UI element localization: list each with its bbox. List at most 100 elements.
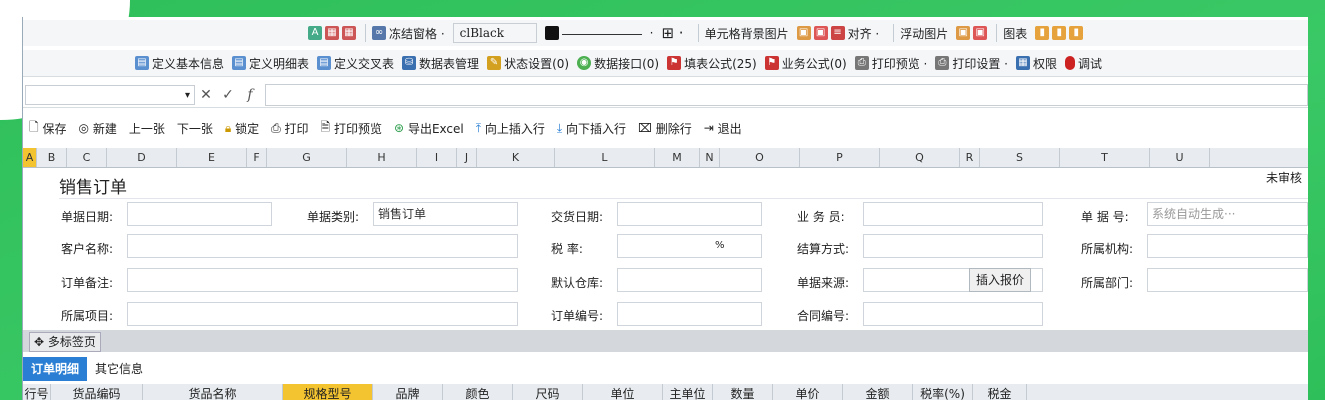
column-header-b[interactable]: B: [37, 148, 67, 167]
export-excel-button[interactable]: ⊛ 导出Excel: [394, 120, 464, 137]
multi-tab-page[interactable]: ✥ 多标签页: [29, 332, 101, 352]
detail-header-2[interactable]: 货品名称: [143, 384, 283, 400]
image-remove-icon[interactable]: ▣: [813, 26, 828, 40]
exit-button[interactable]: ⇥ 退出: [704, 120, 742, 137]
print-settings-menu[interactable]: ⎙ 打印设置 ·: [935, 55, 1008, 72]
contract-no-field[interactable]: [863, 302, 1043, 326]
print-preview-button[interactable]: 🗎 打印预览: [321, 118, 383, 139]
project-field[interactable]: [127, 302, 518, 326]
detail-header-12[interactable]: 税率(%): [913, 384, 973, 400]
lock-button[interactable]: 🔒︎ 锁定: [225, 120, 259, 137]
merge-icon[interactable]: ▦: [325, 26, 339, 40]
float-image-remove-icon[interactable]: ▣: [973, 26, 988, 40]
align-icon[interactable]: ≡: [830, 26, 845, 40]
bar-chart-icon-2[interactable]: ▮: [1052, 26, 1067, 40]
float-image-button[interactable]: 浮动图片: [900, 25, 948, 42]
bar-chart-icon[interactable]: ▮: [1035, 26, 1050, 40]
cell-bg-image-button[interactable]: 单元格背景图片: [705, 25, 789, 42]
define-basic-info[interactable]: ▤ 定义基本信息: [135, 55, 224, 72]
detail-header-6[interactable]: 尺码: [513, 384, 583, 400]
column-header-r[interactable]: R: [960, 148, 980, 167]
column-header-u[interactable]: U: [1150, 148, 1210, 167]
cancel-icon[interactable]: ✕: [195, 87, 217, 103]
order-no-field[interactable]: [617, 302, 762, 326]
debug[interactable]: 调试: [1065, 55, 1102, 72]
detail-header-13[interactable]: 税金: [973, 384, 1027, 400]
bar-chart-icon-3[interactable]: ▮: [1069, 26, 1084, 40]
fill-formula[interactable]: ⚑ 填表公式(25): [667, 55, 757, 72]
column-header-d[interactable]: D: [107, 148, 177, 167]
doc-date-field[interactable]: [127, 202, 272, 226]
format-icon[interactable]: A: [308, 26, 322, 40]
column-header-i[interactable]: I: [417, 148, 457, 167]
name-box[interactable]: ▾: [25, 85, 195, 105]
image-add-icon[interactable]: ▣: [796, 26, 811, 40]
delete-row-button[interactable]: ⌧ 删除行: [638, 120, 692, 137]
column-header-k[interactable]: K: [477, 148, 555, 167]
column-header-p[interactable]: P: [800, 148, 880, 167]
column-header-c[interactable]: C: [67, 148, 107, 167]
detail-header-9[interactable]: 数量: [713, 384, 773, 400]
prev-button[interactable]: 上一张: [129, 120, 165, 137]
column-header-f[interactable]: F: [247, 148, 267, 167]
detail-header-8[interactable]: 主单位: [663, 384, 713, 400]
insert-quote-button[interactable]: 插入报价: [969, 268, 1032, 292]
insert-row-below-button[interactable]: ⤓ 向下插入行: [557, 120, 626, 137]
dept-field[interactable]: [1147, 268, 1308, 292]
detail-header-3[interactable]: 规格型号: [283, 384, 373, 400]
warehouse-field[interactable]: [617, 268, 762, 292]
insert-row-above-button[interactable]: ⤒ 向上插入行: [476, 120, 545, 137]
detail-header-7[interactable]: 单位: [583, 384, 663, 400]
status-settings[interactable]: ✎ 状态设置(0): [487, 55, 569, 72]
print-button[interactable]: ⎙ 打印: [271, 120, 308, 137]
column-header-o[interactable]: O: [720, 148, 800, 167]
column-header-g[interactable]: G: [267, 148, 347, 167]
tab-order-detail[interactable]: 订单明细: [23, 357, 88, 381]
line-dropdown-icon[interactable]: ·: [650, 26, 654, 40]
delivery-date-field[interactable]: [617, 202, 762, 226]
confirm-icon[interactable]: ✓: [217, 87, 239, 103]
detail-header-10[interactable]: 单价: [773, 384, 843, 400]
chart-button[interactable]: 图表: [1003, 25, 1027, 42]
column-header-e[interactable]: E: [177, 148, 247, 167]
tab-other-info[interactable]: 其它信息: [87, 357, 151, 381]
formula-input[interactable]: [265, 84, 1308, 106]
detail-header-4[interactable]: 品牌: [373, 384, 443, 400]
next-button[interactable]: 下一张: [177, 120, 213, 137]
border-grid-icon[interactable]: ⊞ ·: [661, 24, 683, 42]
business-formula[interactable]: ⚑ 业务公式(0): [764, 55, 847, 72]
float-image-add-icon[interactable]: ▣: [956, 26, 971, 40]
doc-no-field[interactable]: 系统自动生成···: [1147, 202, 1308, 226]
permissions[interactable]: ▦ 权限: [1015, 55, 1057, 72]
function-icon[interactable]: f: [239, 87, 261, 103]
column-header-t[interactable]: T: [1060, 148, 1150, 167]
save-button[interactable]: 🗋 保存: [29, 118, 67, 139]
detail-header-0[interactable]: 行号: [23, 384, 51, 400]
detail-header-5[interactable]: 颜色: [443, 384, 513, 400]
column-header-q[interactable]: Q: [880, 148, 960, 167]
column-header-s[interactable]: S: [980, 148, 1060, 167]
column-header-m[interactable]: M: [655, 148, 700, 167]
color-select[interactable]: clBlack: [452, 23, 537, 43]
tax-rate-field[interactable]: [617, 234, 762, 258]
link-icon[interactable]: ∞: [372, 26, 386, 40]
column-header-a[interactable]: A: [23, 148, 37, 167]
customer-field[interactable]: [127, 234, 518, 258]
align-menu[interactable]: 对齐 ·: [848, 25, 880, 42]
column-header-n[interactable]: N: [700, 148, 720, 167]
column-header-j[interactable]: J: [457, 148, 477, 167]
freeze-panes-menu[interactable]: 冻结窗格 ·: [389, 25, 445, 42]
column-header-l[interactable]: L: [555, 148, 655, 167]
detail-header-1[interactable]: 货品编码: [51, 384, 143, 400]
line-style-select[interactable]: [561, 33, 642, 35]
define-cross-table[interactable]: ▤ 定义交叉表: [317, 55, 394, 72]
column-header-h[interactable]: H: [347, 148, 417, 167]
print-preview-menu[interactable]: ⎙ 打印预览 ·: [854, 55, 927, 72]
data-table-manage[interactable]: ⛁ 数据表管理: [402, 55, 479, 72]
detail-header-11[interactable]: 金额: [843, 384, 913, 400]
color-swatch-icon[interactable]: [544, 26, 559, 40]
settlement-field[interactable]: [863, 234, 1043, 258]
doc-type-field[interactable]: 销售订单: [373, 202, 518, 226]
define-detail-table[interactable]: ▤ 定义明细表: [232, 55, 309, 72]
data-interface[interactable]: ◉ 数据接口(0): [577, 55, 659, 72]
